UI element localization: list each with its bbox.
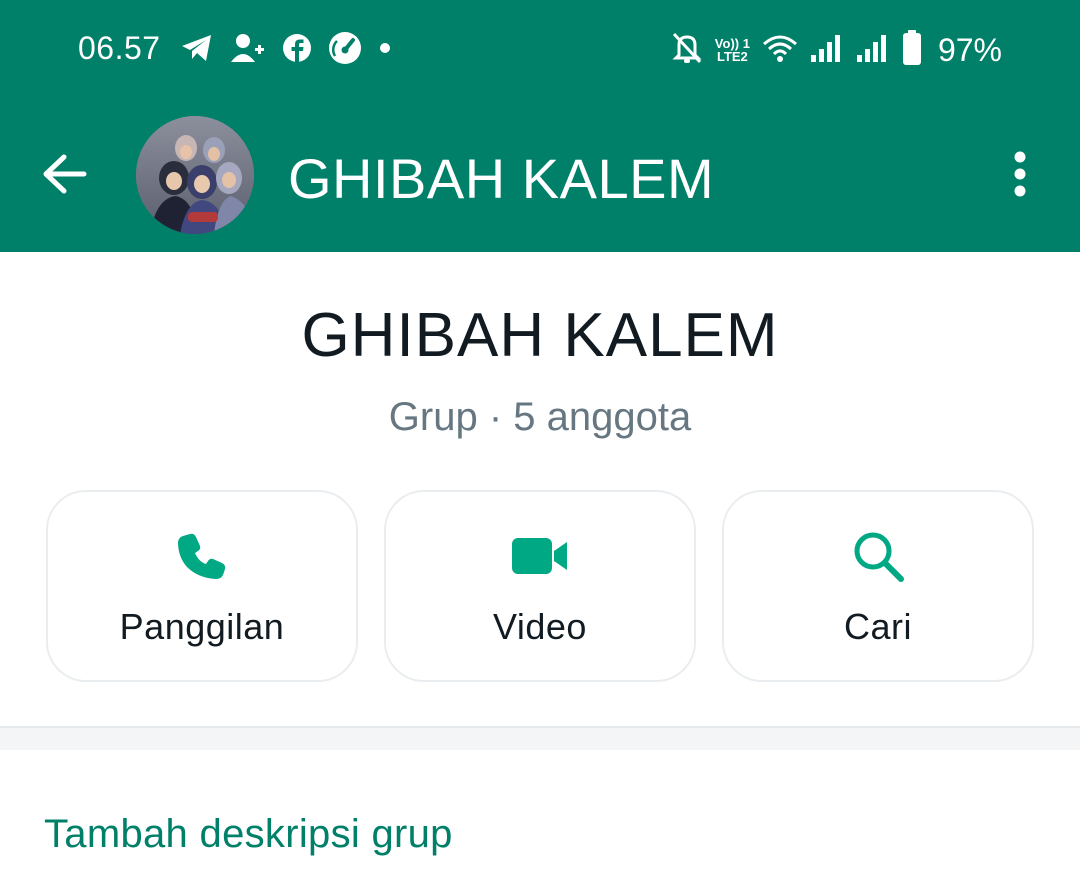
status-left-icons — [180, 30, 392, 70]
status-bar: 06.57 Vo)) 1 LTE2 97% — [0, 0, 1080, 100]
group-avatar[interactable] — [136, 116, 254, 234]
notifications-off-icon — [671, 31, 703, 70]
back-button[interactable] — [32, 148, 96, 204]
arrow-left-icon — [40, 154, 88, 199]
top-app-area: 06.57 Vo)) 1 LTE2 97% GHIBAH KALEM — [0, 0, 1080, 252]
battery-percent: 97% — [937, 31, 1002, 68]
more-options-button[interactable] — [998, 148, 1042, 204]
appbar-title[interactable]: GHIBAH KALEM — [288, 146, 714, 211]
call-label: Panggilan — [119, 606, 285, 647]
video-call-button[interactable]: Video — [384, 490, 696, 682]
telegram-icon — [180, 33, 214, 68]
facebook-icon — [282, 33, 312, 68]
phone-icon — [176, 530, 228, 587]
battery-icon — [902, 29, 922, 71]
volte-line2: LTE2 — [716, 49, 748, 64]
search-icon — [851, 529, 905, 588]
group-name: GHIBAH KALEM — [301, 301, 779, 370]
status-right-icons: Vo)) 1 LTE2 97% — [671, 28, 1002, 72]
speedometer-icon — [328, 31, 362, 70]
video-camera-icon — [511, 536, 569, 581]
group-subtitle: Grup · 5 anggota — [388, 395, 692, 439]
search-label: Cari — [843, 606, 912, 647]
add-group-description-link[interactable]: Tambah deskripsi grup — [44, 812, 453, 857]
add-contact-icon — [230, 32, 266, 69]
search-button[interactable]: Cari — [722, 490, 1034, 682]
section-divider — [0, 726, 1080, 750]
status-time: 06.57 — [78, 30, 161, 66]
app-bar: GHIBAH KALEM — [0, 100, 1080, 252]
video-label: Video — [493, 606, 587, 647]
signal-icon — [856, 33, 890, 68]
volte-icon: Vo)) 1 LTE2 — [715, 37, 750, 63]
more-vertical-icon — [1013, 150, 1027, 203]
signal-icon — [810, 33, 844, 68]
call-button[interactable]: Panggilan — [46, 490, 358, 682]
dot-icon — [378, 41, 392, 60]
wifi-icon — [762, 33, 798, 68]
